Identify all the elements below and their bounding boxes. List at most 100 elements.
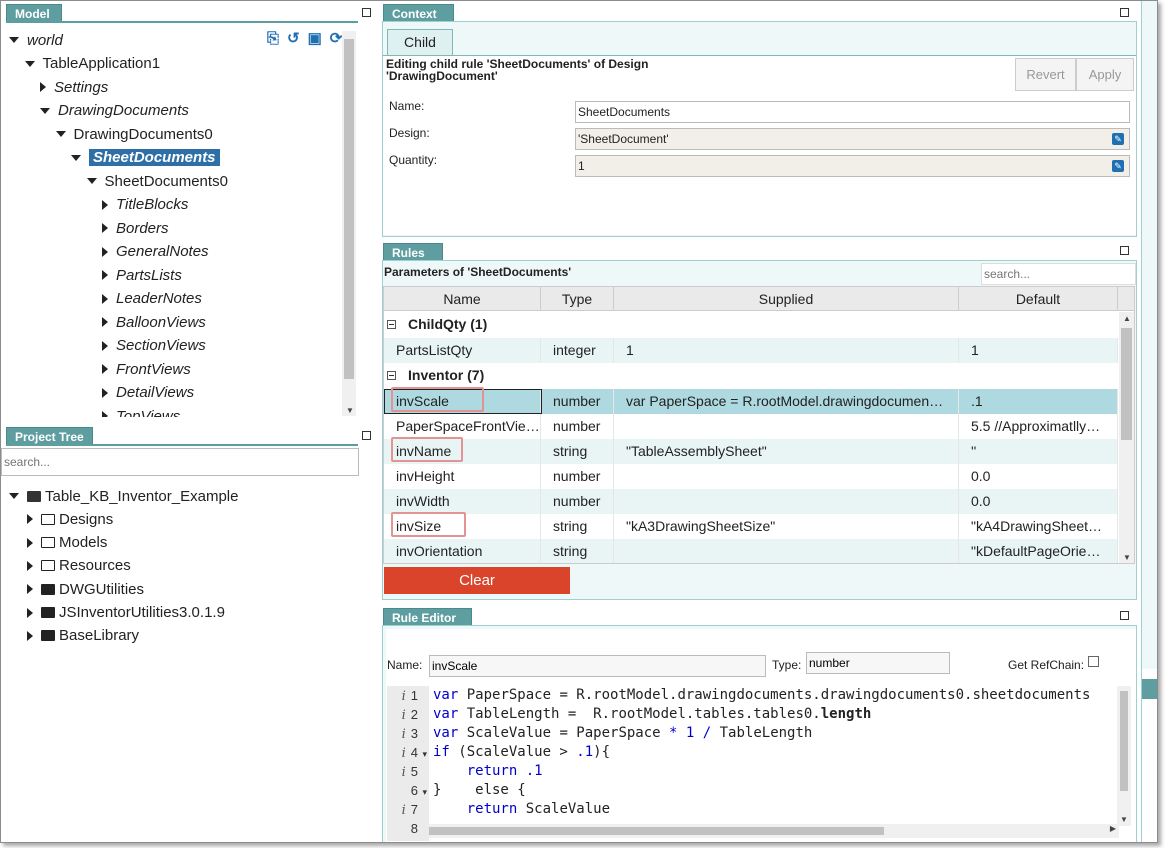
table-row[interactable]: invHeight number 0.0 [384,464,1118,489]
context-field-input[interactable]: SheetDocuments [575,101,1130,123]
pencil-icon[interactable]: ✎ [1112,133,1124,145]
rules-group-header[interactable]: Inventor (7) [384,363,1118,387]
clear-button[interactable]: Clear [384,567,570,594]
caret-right-icon[interactable] [102,246,108,257]
right-edge-panel [1141,1,1157,842]
caret-down-icon[interactable] [9,493,19,499]
caret-down-icon[interactable] [71,154,81,161]
caret-right-icon[interactable] [27,560,33,571]
model-maximize-icon[interactable] [362,8,371,17]
col-type[interactable]: Type [541,287,614,311]
project-tree-node[interactable]: Resources [27,556,131,576]
caret-right-icon[interactable] [102,364,108,374]
apply-button[interactable]: Apply [1076,58,1134,91]
rules-maximize-icon[interactable] [1120,246,1129,255]
code-vscrollbar[interactable]: ▼ [1117,686,1131,826]
table-row[interactable]: invWidth number 0.0 [384,489,1118,514]
code-editor[interactable]: i 1 i 2 i 3 i 4 ▾ i 5 6 ▾ i 7 8 var PaperSpace = R.root… [387,686,1132,841]
caret-right-icon[interactable] [102,270,108,280]
caret-right-icon[interactable] [27,537,33,548]
model-tree-node[interactable]: Borders [102,218,169,238]
caret-right-icon[interactable] [102,317,108,327]
project-tree-node[interactable]: DWGUtilities [27,579,144,599]
col-default[interactable]: Default [959,287,1118,311]
caret-right-icon[interactable] [102,293,108,304]
context-field-input[interactable]: 1 [575,155,1130,177]
model-tree-node[interactable]: LeaderNotes [102,289,202,309]
rules-group-header[interactable]: ChildQty (1) [384,312,1118,336]
caret-down-icon[interactable] [55,131,66,137]
editor-maximize-icon[interactable] [1120,611,1129,620]
model-tree-node[interactable]: SheetDocuments [71,148,220,168]
model-tree-node[interactable]: TopViews [102,406,180,417]
model-tree-node[interactable]: world [9,30,63,50]
caret-right-icon[interactable] [27,630,33,641]
table-row[interactable]: PartsListQty integer 1 1 [384,338,1118,363]
project-tree-node[interactable]: JSInventorUtilities3.0.1.9 [27,603,225,623]
caret-right-icon[interactable] [102,199,108,210]
caret-right-icon[interactable] [102,340,108,351]
caret-down-icon[interactable] [40,107,50,114]
project-maximize-icon[interactable] [362,431,371,440]
table-row[interactable]: invName string "TableAssemblySheet" '' [384,439,1118,464]
caret-right-icon[interactable] [27,584,33,595]
model-tree-node[interactable]: SectionViews [102,336,206,356]
refchain-checkbox[interactable] [1088,656,1099,667]
model-tree-node[interactable]: BalloonViews [102,312,206,332]
model-tree-scrollbar[interactable]: ▼ [342,31,356,416]
model-tree-label: DrawingDocuments0 [73,125,213,143]
project-tree-label: Models [59,534,108,552]
collapse-icon[interactable] [387,319,396,329]
model-tree-node[interactable]: DrawingDocuments [40,101,189,121]
col-supplied[interactable]: Supplied [614,287,959,311]
rules-grid-scrollbar[interactable]: ▲ ▼ [1119,312,1134,563]
table-cell: string [541,514,614,539]
project-tree-node[interactable]: BaseLibrary [27,626,139,646]
table-row[interactable]: invSize string "kA3DrawingSheetSize" "kA4Dr… [384,514,1118,539]
folder-icon [41,513,55,525]
revert-button[interactable]: Revert [1015,58,1076,91]
project-tree-node[interactable]: Models [27,533,107,553]
caret-right-icon[interactable] [102,223,108,233]
caret-right-icon[interactable] [40,82,46,92]
project-search-input[interactable] [1,448,359,476]
context-maximize-icon[interactable] [1120,8,1129,17]
caret-right-icon[interactable] [27,514,33,525]
line-number: i1 [401,688,418,704]
model-tree-node[interactable]: DrawingDocuments0 [55,124,213,144]
project-tree-node[interactable]: Designs [27,509,113,529]
rules-search-input[interactable] [981,263,1136,285]
project-tree-node[interactable]: Table_KB_Inventor_Example [9,486,238,506]
model-tree-node[interactable]: TitleBlocks [102,195,188,215]
code-hscrollbar[interactable]: ▶ [429,824,1119,838]
table-cell: '' [959,439,1118,464]
code-text[interactable]: var PaperSpace = R.rootModel.drawingdocu… [433,686,1117,826]
model-tree-node[interactable]: GeneralNotes [102,242,209,262]
rules-grid-header: Name Type Supplied Default [384,287,1134,311]
caret-down-icon[interactable] [24,60,35,67]
model-tree-node[interactable]: SheetDocuments0 [86,171,228,191]
caret-right-icon[interactable] [102,411,108,417]
col-name[interactable]: Name [384,287,541,311]
table-row[interactable]: PaperSpaceFrontViewX number 5.5 //Approxim… [384,414,1118,439]
caret-right-icon[interactable] [27,607,33,618]
editor-name-input[interactable] [429,655,766,677]
table-row[interactable]: invScale number var PaperSpace = R.rootMod… [384,389,1118,414]
model-tree-node[interactable]: FrontViews [102,359,191,379]
model-tree-node[interactable]: Settings [40,77,108,97]
pencil-icon[interactable]: ✎ [1112,160,1124,172]
code-line: return .1 [466,763,543,779]
editor-type-input[interactable] [806,652,950,674]
code-line: if (ScaleValue > .1){ [433,744,611,760]
caret-down-icon[interactable] [9,37,19,43]
table-row[interactable]: invOrientation string "kDefaultPageOrienta… [384,539,1118,563]
context-field-input[interactable]: 'SheetDocument' [575,128,1130,150]
table-cell: "kA4DrawingSheetSize" [959,514,1118,539]
tab-child[interactable]: Child [387,29,453,55]
caret-right-icon[interactable] [102,387,108,398]
collapse-icon[interactable] [387,370,396,380]
model-tree-node[interactable]: DetailViews [102,383,194,403]
model-tree-node[interactable]: PartsLists [102,265,182,285]
caret-down-icon[interactable] [86,178,97,184]
model-tree-node[interactable]: TableApplication1 [24,54,160,74]
